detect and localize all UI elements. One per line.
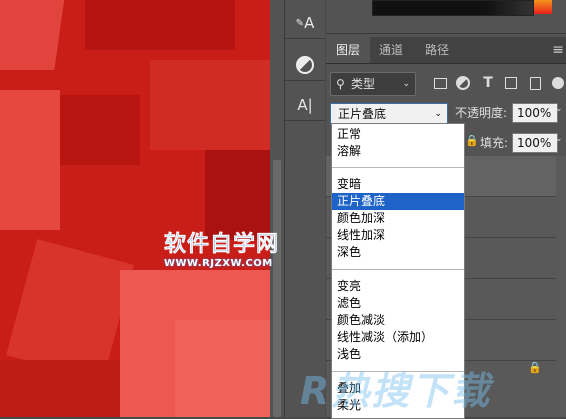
image-filter-icon[interactable] [432,75,448,91]
document-canvas[interactable] [0,0,270,417]
corner-watermark: R热搜下载 [300,369,492,413]
tab-paths[interactable]: 路径 [415,37,459,63]
foreground-color-chip[interactable] [534,0,552,14]
blend-mode-select[interactable]: 正片叠底 ⌄ [330,103,448,125]
blend-option-linear-burn[interactable]: 线性加深 [332,227,464,244]
search-icon: ⚲ [336,77,345,91]
blend-option-darken[interactable]: 变暗 [332,176,464,193]
color-ramp[interactable] [372,0,534,16]
chevron-down-icon: ⌄ [402,79,410,89]
character-tool[interactable]: ✎ A [285,8,325,39]
fill-field[interactable]: 100% [512,133,558,153]
menu-divider [332,269,464,270]
menu-divider [332,167,464,168]
canvas-scrollbar-thumb[interactable] [273,160,281,417]
filter-toggle-icon[interactable] [550,75,566,91]
paragraph-icon: A| [297,96,313,114]
panel-tabs: 图层 通道 路径 ≡ [326,37,566,64]
smart-object-filter-icon[interactable] [527,75,543,91]
tool-column: ✎ A A| [284,0,325,417]
adjustment-filter-icon[interactable] [455,75,471,91]
paragraph-tool[interactable]: A| [285,90,325,121]
blend-option-color-dodge[interactable]: 颜色减淡 [332,312,464,329]
chevron-down-icon: ⌄ [434,109,442,119]
blend-option-darker-color[interactable]: 深色 [332,244,464,261]
adjustment-tool[interactable] [285,50,325,81]
layers-scrollbar[interactable] [556,156,566,417]
opacity-label: 不透明度: [455,106,508,120]
filter-kind-select[interactable]: ⚲ 类型 ⌄ [330,72,416,96]
site-watermark: 软件自学网 WWW.RJZXW.COM [164,232,280,269]
layer-filter-row: ⚲ 类型 ⌄ T [330,72,566,96]
fill-label: 填充: [480,136,509,150]
lock-position-icon[interactable]: 🔒 [465,134,479,147]
tab-layers[interactable]: 图层 [326,37,371,63]
layer-lock-icon: 🔒 [528,361,542,374]
character-icon: ✎ [295,17,305,29]
tab-channels[interactable]: 通道 [369,37,413,63]
opacity-field[interactable]: 100% [512,103,558,123]
panel-menu-icon[interactable]: ≡ [552,42,564,58]
blend-option-lighten[interactable]: 变亮 [332,278,464,295]
blend-option-normal[interactable]: 正常 [332,126,464,143]
blend-option-color-burn[interactable]: 颜色加深 [332,210,464,227]
half-circle-icon [296,56,314,74]
blend-option-screen[interactable]: 滤色 [332,295,464,312]
opacity-chevron-icon[interactable]: ⌄ [555,104,563,114]
blend-option-multiply[interactable]: 正片叠底 [332,193,464,210]
type-filter-icon[interactable]: T [480,75,496,91]
fill-chevron-icon[interactable]: ⌄ [555,134,563,144]
blend-option-dissolve[interactable]: 溶解 [332,143,464,160]
shape-filter-icon[interactable] [503,75,519,91]
blend-option-linear-dodge[interactable]: 线性减淡（添加） [332,329,464,346]
